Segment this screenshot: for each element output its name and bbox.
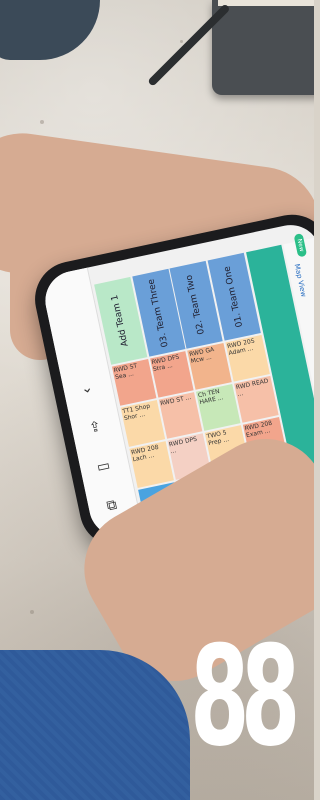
schedule-cell[interactable]: RWD DFS Stra ...: [149, 351, 194, 398]
speck: [180, 40, 183, 43]
schedule-cell[interactable]: RWD 20S Adam ...: [225, 334, 270, 382]
schedule-cell[interactable]: TT1 Shop Shor ...: [120, 400, 165, 447]
tabs-icon[interactable]: ⧉: [101, 496, 122, 515]
notebook: [212, 0, 314, 95]
speck: [30, 610, 34, 614]
share-icon[interactable]: ⇪: [85, 418, 106, 437]
chevron-down-icon[interactable]: ⌄: [76, 379, 97, 398]
schedule-cell[interactable]: RWD READ ...: [234, 376, 279, 423]
photo-scene: ⌄ ⇪ ▭ ⧉ Add Team 1 03. Team Three 02. Te…: [0, 0, 314, 800]
schedule-cell[interactable]: RWD ST Sea ...: [111, 359, 157, 406]
schedule-cell[interactable]: Ch TEN HARE ...: [196, 384, 241, 431]
book-icon[interactable]: ▭: [93, 457, 114, 476]
overlay-number: 88: [190, 616, 300, 777]
speck: [40, 120, 44, 124]
schedule-cell[interactable]: RWD ST ...: [158, 392, 203, 439]
schedule-cell[interactable]: RWD 208 Lach ...: [129, 441, 174, 488]
schedule-cell[interactable]: RWD GA Mcw ...: [187, 342, 232, 390]
